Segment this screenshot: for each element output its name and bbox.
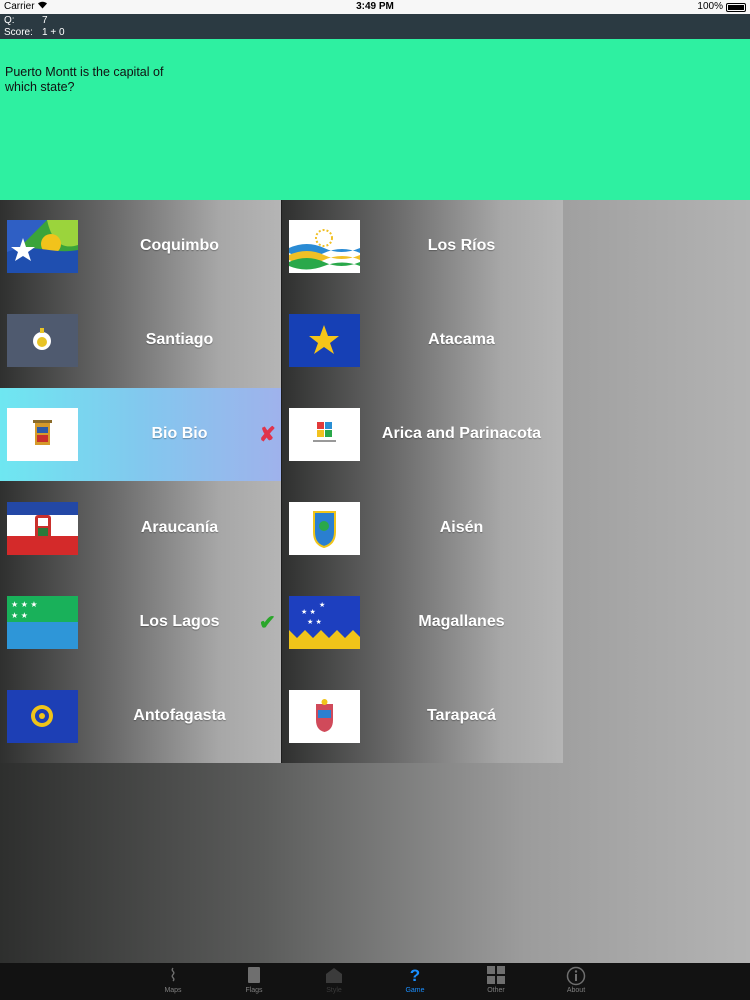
araucania-flag-icon [7, 502, 78, 555]
map-icon: ⌇ [168, 966, 178, 985]
score-row: Score: 1 + 0 [4, 27, 65, 39]
tab-about[interactable]: About [546, 963, 606, 1000]
answer-label: Bio Bio [151, 425, 208, 442]
answer-biobio[interactable]: Bio Bio ✘ [0, 388, 281, 481]
building-icon [304, 963, 364, 987]
arica-flag-icon [289, 408, 360, 461]
question-counter-label: Q: [4, 15, 15, 26]
wrong-x-icon: ✘ [259, 424, 276, 446]
losrios-flag-icon [289, 220, 360, 273]
answer-label: Coquimbo [139, 237, 220, 254]
battery-percent: 100% [697, 1, 723, 12]
loslagos-flag-icon: ★ ★ ★ ★ ★ [7, 596, 78, 649]
answer-label: Magallanes [418, 613, 505, 630]
santiago-flag-icon [7, 314, 78, 367]
tab-label: Game [405, 987, 425, 994]
answer-label: Antofagasta [133, 707, 226, 724]
atacama-flag-icon [289, 314, 360, 367]
answer-tarapaca[interactable]: Tarapacá [282, 670, 563, 763]
answer-araucania[interactable]: Araucanía [0, 482, 281, 575]
answer-label: Aisén [439, 519, 484, 536]
antofagasta-flag-icon [7, 690, 78, 743]
info-icon [546, 963, 606, 987]
answer-losrios[interactable]: Los Ríos [282, 200, 563, 293]
tab-bar: ⌇ Maps Flags Style ? Game Other About [0, 963, 750, 1000]
score-header: Q: 7 Score: 1 + 0 [0, 14, 750, 39]
tarapaca-flag-icon [289, 690, 360, 743]
battery-icon [726, 3, 746, 12]
answer-column-left: Coquimbo Santiago Bio Bio ✘ Araucanía ★ … [0, 200, 281, 763]
magallanes-flag-icon: ★ ★ ★ ★ ★ [289, 596, 360, 649]
question-text: Puerto Montt is the capital of which sta… [5, 65, 164, 94]
question-icon: ? [409, 966, 421, 985]
answer-label: Los Lagos [139, 613, 220, 630]
answer-label: Araucanía [140, 519, 219, 536]
flag-icon [224, 963, 284, 987]
answer-santiago[interactable]: Santiago [0, 294, 281, 387]
status-bar: Carrier 3:49 PM 100% [0, 0, 750, 14]
svg-text:★: ★ [319, 601, 325, 609]
question-counter: Q: 7 [4, 15, 48, 27]
svg-text:★ ★: ★ ★ [301, 608, 316, 616]
answer-label: Atacama [428, 331, 495, 348]
answer-column-right: Los Ríos Atacama Arica and Parinacota Ai… [282, 200, 563, 763]
tab-style[interactable]: Style [304, 963, 364, 1000]
svg-text:★ ★: ★ ★ [307, 618, 322, 626]
answer-label: Los Ríos [427, 237, 496, 254]
answer-magallanes[interactable]: ★ ★ ★ ★ ★ Magallanes [282, 576, 563, 669]
answer-loslagos[interactable]: ★ ★ ★ ★ ★ Los Lagos ✔ [0, 576, 281, 669]
correct-check-icon: ✔ [259, 612, 276, 634]
answer-label: Arica and Parinacota [381, 425, 542, 442]
tab-label: Maps [164, 987, 182, 994]
tab-flags[interactable]: Flags [224, 963, 284, 1000]
answer-antofagasta[interactable]: Antofagasta [0, 670, 281, 763]
tab-label: Style [326, 987, 342, 994]
svg-text:★ ★ ★: ★ ★ ★ [11, 600, 38, 609]
answer-atacama[interactable]: Atacama [282, 294, 563, 387]
biobio-flag-icon [7, 408, 78, 461]
question-panel: Puerto Montt is the capital of which sta… [0, 39, 750, 200]
answer-coquimbo[interactable]: Coquimbo [0, 200, 281, 293]
tab-game[interactable]: ? Game [385, 963, 445, 1000]
tab-label: Other [487, 987, 505, 994]
aisen-flag-icon [289, 502, 360, 555]
answer-aisen[interactable]: Aisén [282, 482, 563, 575]
tab-label: About [566, 987, 586, 994]
tab-other[interactable]: Other [466, 963, 526, 1000]
coquimbo-flag-icon [7, 220, 78, 273]
question-counter-value: 7 [42, 15, 48, 26]
grid-icon [466, 963, 526, 987]
score-label: Score: [4, 27, 33, 38]
svg-text:★ ★: ★ ★ [11, 611, 28, 620]
status-time: 3:49 PM [356, 1, 394, 12]
answer-label: Santiago [145, 331, 214, 348]
answer-label: Tarapacá [426, 707, 497, 724]
tab-maps[interactable]: ⌇ Maps [143, 963, 203, 1000]
tab-label: Flags [245, 987, 263, 994]
score-value: 1 + 0 [42, 27, 65, 38]
answer-arica[interactable]: Arica and Parinacota [282, 388, 563, 481]
